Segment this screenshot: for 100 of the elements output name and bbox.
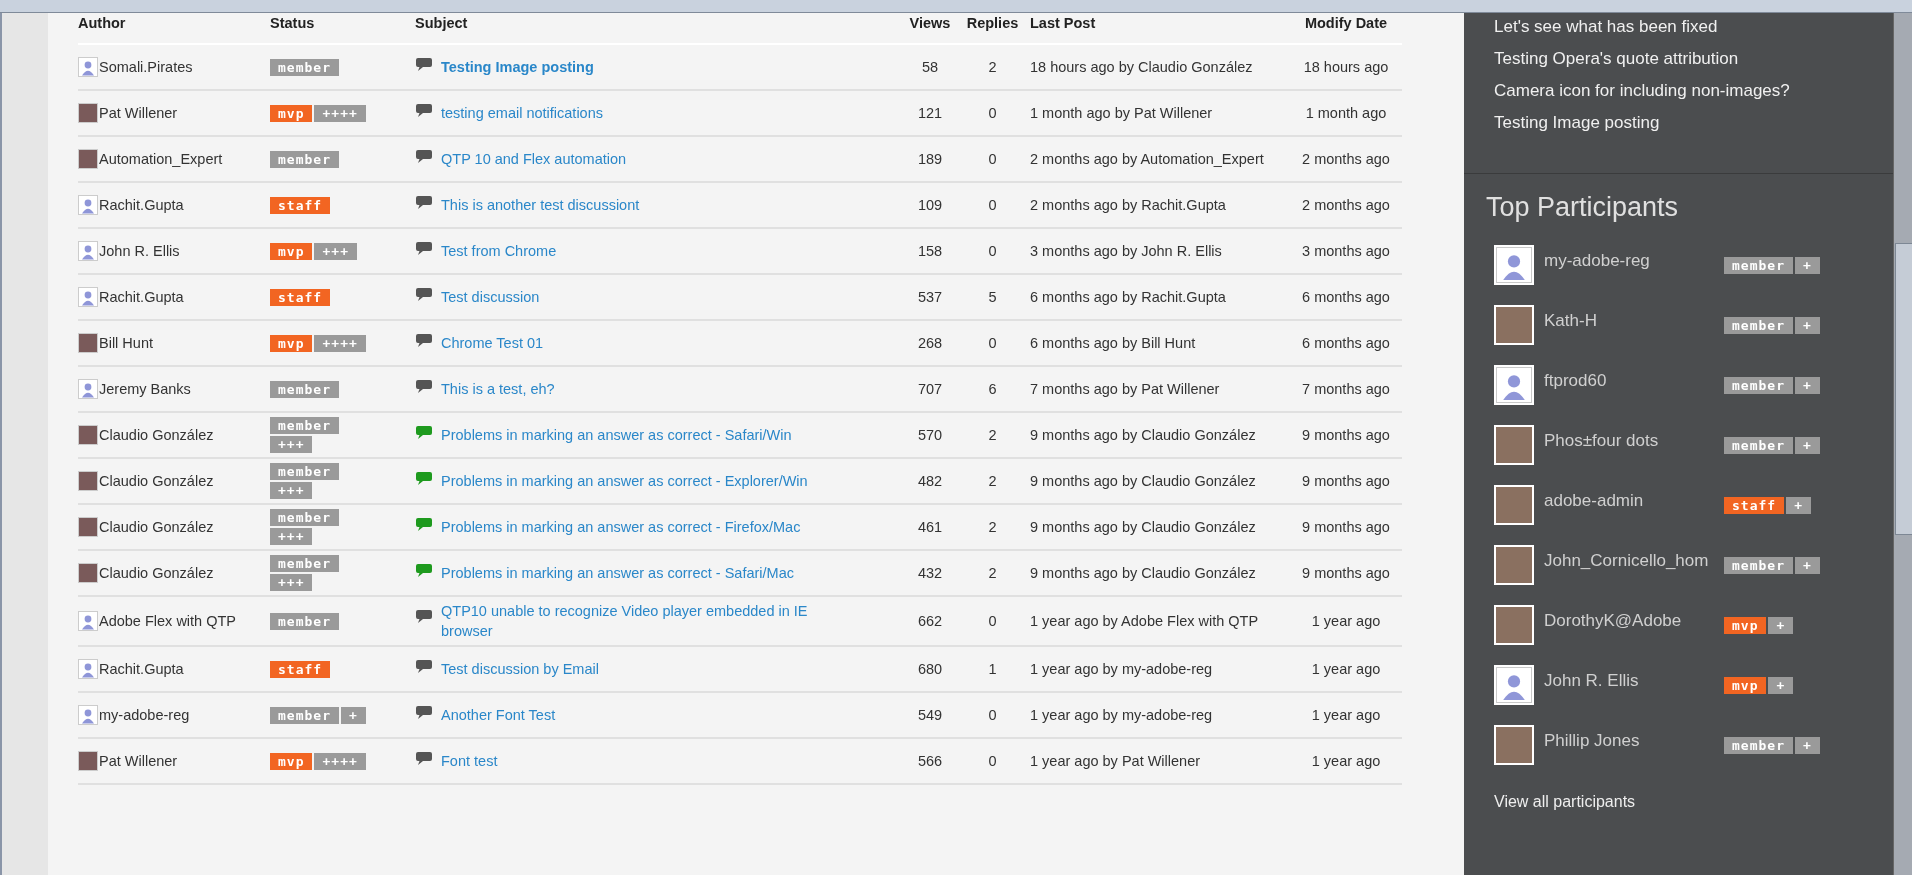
author-name: Pat Willener xyxy=(99,753,178,769)
last-post-text: 9 months ago by Claudio González xyxy=(1029,564,1257,583)
last-post-text: 6 months ago by Rachit.Gupta xyxy=(1029,288,1227,307)
column-header: Replies xyxy=(965,14,1020,33)
view-all-link[interactable]: View all participants xyxy=(1494,793,1893,811)
modify-date: 9 months ago xyxy=(1301,564,1391,583)
status-badge: member xyxy=(270,58,339,76)
views-count: 109 xyxy=(916,196,944,215)
status-badge: mvp xyxy=(1724,617,1767,634)
topic-link[interactable]: Chrome Test 01 xyxy=(441,333,544,353)
status-badge: member xyxy=(270,463,339,480)
topic-link[interactable]: Font test xyxy=(441,751,498,771)
modify-date: 2 months ago xyxy=(1301,150,1391,169)
status-badge: member xyxy=(270,417,339,434)
participant-link[interactable]: adobe-admin xyxy=(1534,485,1724,511)
participant-link[interactable]: Phillip Jones xyxy=(1534,725,1724,751)
last-post-text: 18 hours ago by Claudio González xyxy=(1029,58,1254,77)
views-count: 158 xyxy=(916,242,944,261)
rank-badge: +++ xyxy=(270,574,313,591)
modify-date: 3 months ago xyxy=(1301,242,1391,261)
replies-count: 5 xyxy=(987,288,998,307)
status-badge: member xyxy=(270,150,339,168)
views-count: 680 xyxy=(916,660,944,679)
modify-date: 9 months ago xyxy=(1301,518,1391,537)
discussion-link[interactable]: Testing Image posting xyxy=(1494,113,1863,133)
rank-badge: ++++ xyxy=(314,334,366,352)
rank-badge: + xyxy=(340,706,366,724)
replies-count: 0 xyxy=(987,150,998,169)
topic-link[interactable]: Problems in marking an answer as correct - Explorer/Win xyxy=(441,471,808,491)
participant-link[interactable]: John_Cornicello_hom xyxy=(1534,545,1724,571)
author-name: Somali.Pirates xyxy=(99,59,193,75)
modify-date: 6 months ago xyxy=(1301,334,1391,353)
participant-link[interactable]: DorothyK@Adobe xyxy=(1534,605,1724,631)
topic-link[interactable]: Problems in marking an answer as correct - Firefox/Mac xyxy=(441,517,801,537)
replies-count: 0 xyxy=(987,706,998,725)
modify-date: 2 months ago xyxy=(1301,196,1391,215)
rank-badge: + xyxy=(1794,437,1820,454)
status-badge: mvp xyxy=(270,752,313,770)
topic-link[interactable]: testing email notifications xyxy=(441,103,603,123)
last-post-text: 1 month ago by Pat Willener xyxy=(1029,104,1214,123)
modify-date: 9 months ago xyxy=(1301,426,1391,445)
status-badge: member xyxy=(270,509,339,526)
views-count: 549 xyxy=(916,706,944,725)
last-post-text: 1 year ago by my-adobe-reg xyxy=(1029,660,1214,679)
status-badge: mvp xyxy=(1724,677,1767,694)
topic-link[interactable]: Test discussion xyxy=(441,287,540,307)
column-header: Modify Date xyxy=(1303,14,1389,33)
author-name: Jeremy Banks xyxy=(99,381,191,397)
last-post-text: 1 year ago by Pat Willener xyxy=(1029,752,1202,771)
topic-link[interactable]: This is a test, eh? xyxy=(441,379,555,399)
author-name: Rachit.Gupta xyxy=(99,661,184,677)
topic-link[interactable]: Test from Chrome xyxy=(441,241,557,261)
views-count: 482 xyxy=(916,472,944,491)
rank-badge: +++ xyxy=(270,482,313,499)
participant-link[interactable]: Phos±four dots xyxy=(1534,425,1724,451)
status-badge: staff xyxy=(270,288,331,306)
scrollbar[interactable] xyxy=(1893,13,1912,875)
replies-count: 0 xyxy=(987,334,998,353)
participant-link[interactable]: my-adobe-reg xyxy=(1534,245,1724,271)
participant-link[interactable]: Kath-H xyxy=(1534,305,1724,331)
participant-link[interactable]: John R. Ellis xyxy=(1534,665,1724,691)
participant-link[interactable]: ftprod60 xyxy=(1534,365,1724,391)
topic-link[interactable]: Problems in marking an answer as correct - Safari/Win xyxy=(441,425,792,445)
status-badge: member xyxy=(1724,317,1793,334)
views-count: 566 xyxy=(916,752,944,771)
status-badge: member xyxy=(270,706,339,724)
rank-badge: + xyxy=(1786,497,1811,514)
scrollbar-thumb[interactable] xyxy=(1895,243,1912,535)
last-post-text: 2 months ago by Automation_Expert xyxy=(1029,150,1265,169)
topic-link[interactable]: Another Font Test xyxy=(441,705,556,725)
status-badge: mvp xyxy=(270,334,313,352)
topic-link[interactable]: QTP10 unable to recognize Video player embedded in IE browser xyxy=(441,601,841,641)
replies-count: 1 xyxy=(987,660,998,679)
rank-badge: +++ xyxy=(270,528,313,545)
author-name: Rachit.Gupta xyxy=(99,289,184,305)
topic-link[interactable]: Testing Image posting xyxy=(441,57,594,77)
topic-link[interactable]: Test discussion by Email xyxy=(441,659,599,679)
author-name: Automation_Expert xyxy=(99,151,223,167)
modify-date: 1 year ago xyxy=(1310,660,1382,679)
author-name: my-adobe-reg xyxy=(99,707,190,723)
rank-badge: +++ xyxy=(314,242,357,260)
modify-date: 1 year ago xyxy=(1310,752,1382,771)
rank-badge: + xyxy=(1794,557,1820,574)
topic-link[interactable]: This is another test discussiont xyxy=(441,195,640,215)
views-count: 432 xyxy=(916,564,944,583)
discussion-link[interactable]: Let's see what has been fixed xyxy=(1494,17,1863,37)
rank-badge: + xyxy=(1768,677,1794,694)
rank-badge: + xyxy=(1794,257,1820,274)
discussion-link[interactable]: Camera icon for including non-images? xyxy=(1494,81,1863,101)
replies-count: 2 xyxy=(987,58,998,77)
status-badge: staff xyxy=(270,196,331,214)
topic-link[interactable]: QTP 10 and Flex automation xyxy=(441,149,627,169)
topic-link[interactable]: Problems in marking an answer as correct - Safari/Mac xyxy=(441,563,794,583)
rank-badge: ++++ xyxy=(314,104,366,122)
replies-count: 0 xyxy=(987,752,998,771)
views-count: 461 xyxy=(916,518,944,537)
discussion-link[interactable]: Testing Opera's quote attribution xyxy=(1494,49,1863,69)
status-badge: member xyxy=(270,612,339,630)
last-post-text: 3 months ago by John R. Ellis xyxy=(1029,242,1223,261)
rank-badge: ++++ xyxy=(314,752,366,770)
